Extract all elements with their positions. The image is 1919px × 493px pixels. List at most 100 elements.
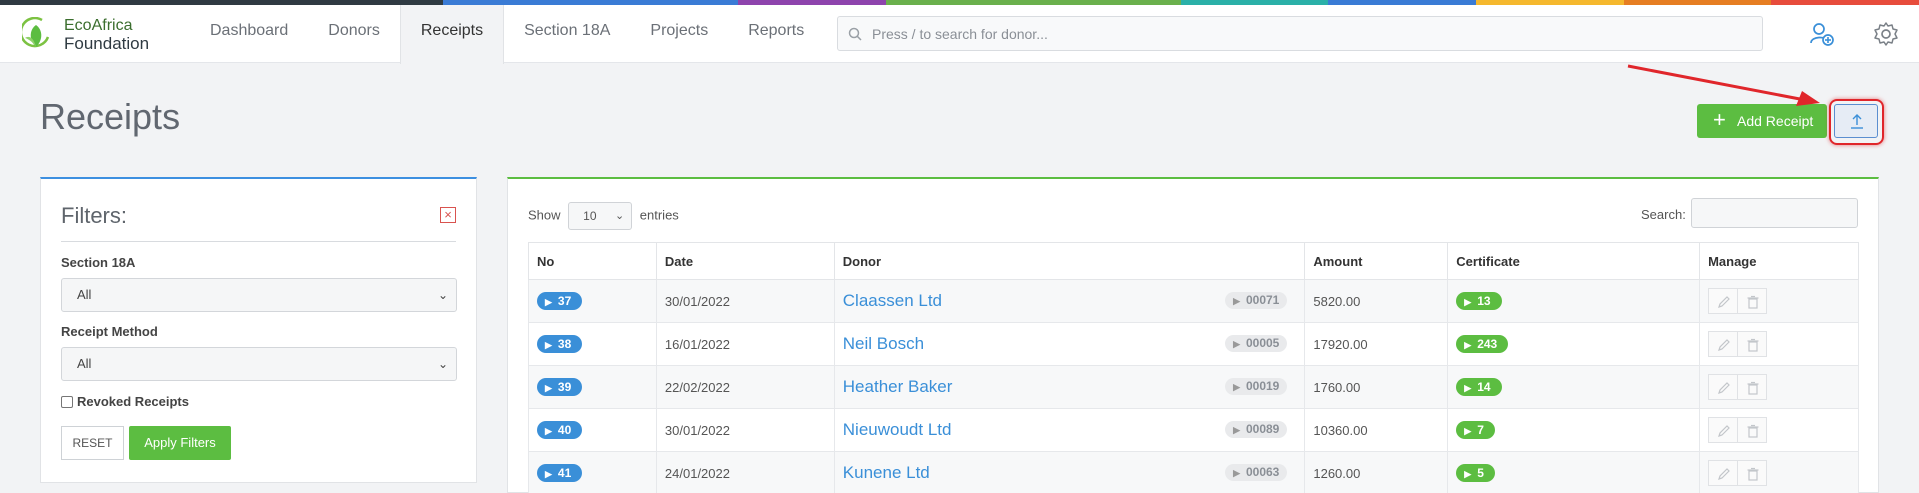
nav-reports[interactable]: Reports [728,5,824,63]
section18a-select[interactable]: All ⌄ [61,278,457,312]
caret-right-icon: ▶ [1464,340,1472,350]
section18a-label: Section 18A [61,255,136,270]
donor-link[interactable]: Heather Baker [843,377,953,396]
col-header-donor[interactable]: Donor [833,242,1306,280]
edit-button[interactable] [1708,374,1739,400]
delete-button[interactable] [1737,417,1768,443]
receipt-method-label: Receipt Method [61,324,158,339]
edit-button[interactable] [1708,417,1739,443]
table-row: ▶ 41 24/01/2022 Kunene Ltd ▶ 00063 1260.00 ▶ 5 [528,451,1859,493]
gear-icon[interactable] [1873,21,1899,47]
caret-right-icon: ▶ [1233,425,1240,435]
receipt-number: 38 [557,337,572,351]
cell-donor: Claassen Ltd ▶ 00071 [833,279,1306,323]
caret-right-icon: ▶ [1233,296,1240,306]
receipt-number-badge[interactable]: ▶ 40 [537,421,583,439]
delete-button[interactable] [1737,460,1768,486]
receipt-number-badge[interactable]: ▶ 39 [537,378,583,396]
caret-right-icon: ▶ [1233,382,1240,392]
trash-icon [1747,295,1759,309]
nav-section-18a[interactable]: Section 18A [504,5,630,63]
caret-right-icon: ▶ [1464,426,1472,436]
donor-link[interactable]: Neil Bosch [843,334,924,353]
edit-button[interactable] [1708,288,1739,314]
nav-donors[interactable]: Donors [308,5,400,63]
nav-dashboard[interactable]: Dashboard [190,5,308,63]
add-receipt-button[interactable]: + Add Receipt [1697,104,1827,138]
cell-certificate: ▶ 5 [1447,451,1701,493]
caret-right-icon: ▶ [545,297,552,307]
certificate-badge[interactable]: ▶ 14 [1456,378,1502,396]
col-header-no[interactable]: No [528,242,657,280]
show-label: Show [528,207,561,223]
add-user-icon[interactable] [1809,21,1835,47]
brand-name-line2: Foundation [64,34,150,53]
certificate-badge[interactable]: ▶ 5 [1456,464,1495,482]
donor-link[interactable]: Nieuwoudt Ltd [843,420,952,439]
page-title: Receipts [40,96,181,137]
donor-search-input[interactable]: Press / to search for donor... [837,16,1763,51]
cell-certificate: ▶ 13 [1447,279,1701,323]
cell-donor: Heather Baker ▶ 00019 [833,365,1306,409]
upload-icon [1851,114,1863,129]
close-icon[interactable]: × [440,207,456,223]
delete-button[interactable] [1737,288,1768,314]
cell-certificate: ▶ 243 [1447,322,1701,366]
cell-manage [1699,322,1859,366]
donor-code: 00005 [1245,336,1280,350]
donor-code-badge[interactable]: ▶ 00071 [1225,292,1288,309]
cell-no: ▶ 39 [528,365,657,409]
chevron-down-icon: ⌄ [614,210,625,222]
col-header-date[interactable]: Date [655,242,835,280]
certificate-badge[interactable]: ▶ 7 [1456,421,1495,439]
table-search-input[interactable] [1691,198,1858,228]
edit-icon [1718,382,1730,394]
col-header-certificate[interactable]: Certificate [1447,242,1701,280]
reset-button[interactable]: RESET [61,426,124,460]
delete-button[interactable] [1737,374,1768,400]
col-header-amount[interactable]: Amount [1304,242,1449,280]
cell-certificate: ▶ 14 [1447,365,1701,409]
entries-select[interactable]: 10 ⌄ [568,202,633,230]
nav-projects[interactable]: Projects [630,5,728,63]
receipt-number-badge[interactable]: ▶ 38 [537,335,583,353]
chevron-down-icon: ⌄ [437,357,448,371]
receipts-table: No Date Donor Amount Certificate Manage … [528,242,1859,493]
donor-code-badge[interactable]: ▶ 00019 [1225,378,1288,395]
revoked-receipts-checkbox[interactable]: Revoked Receipts [61,394,189,409]
donor-code-badge[interactable]: ▶ 00063 [1225,464,1288,481]
receipt-number-badge[interactable]: ▶ 37 [537,292,583,310]
donor-link[interactable]: Kunene Ltd [843,463,930,482]
apply-filters-button[interactable]: Apply Filters [129,426,231,460]
caret-right-icon: ▶ [545,340,552,350]
upload-button[interactable] [1834,104,1878,138]
donor-code-badge[interactable]: ▶ 00005 [1225,335,1288,352]
donor-code-badge[interactable]: ▶ 00089 [1225,421,1288,438]
donor-link[interactable]: Claassen Ltd [843,291,942,310]
cell-certificate: ▶ 7 [1447,408,1701,452]
brand-logo[interactable]: EcoAfrica Foundation [22,13,172,55]
caret-right-icon: ▶ [545,383,552,393]
cell-no: ▶ 37 [528,279,657,323]
cell-date: 30/01/2022 [655,408,835,452]
cell-date: 22/02/2022 [655,365,835,409]
cell-manage [1699,451,1859,493]
edit-button[interactable] [1708,460,1739,486]
cell-amount: 1760.00 [1304,365,1449,409]
cell-date: 24/01/2022 [655,451,835,493]
cell-no: ▶ 40 [528,408,657,452]
edit-button[interactable] [1708,331,1739,357]
receipt-method-select[interactable]: All ⌄ [61,347,457,381]
plus-icon: + [1713,107,1726,132]
delete-button[interactable] [1737,331,1768,357]
table-row: ▶ 40 30/01/2022 Nieuwoudt Ltd ▶ 00089 10360.00… [528,408,1859,452]
receipt-number-badge[interactable]: ▶ 41 [537,464,583,482]
donor-code: 00019 [1245,379,1280,393]
certificate-badge[interactable]: ▶ 13 [1456,292,1502,310]
nav-receipts[interactable]: Receipts [399,5,505,64]
section18a-value: All [77,287,92,302]
checkbox-box[interactable] [61,396,73,408]
certificate-badge[interactable]: ▶ 243 [1456,335,1509,353]
certificate-number: 243 [1477,337,1498,351]
trash-icon [1747,424,1759,438]
